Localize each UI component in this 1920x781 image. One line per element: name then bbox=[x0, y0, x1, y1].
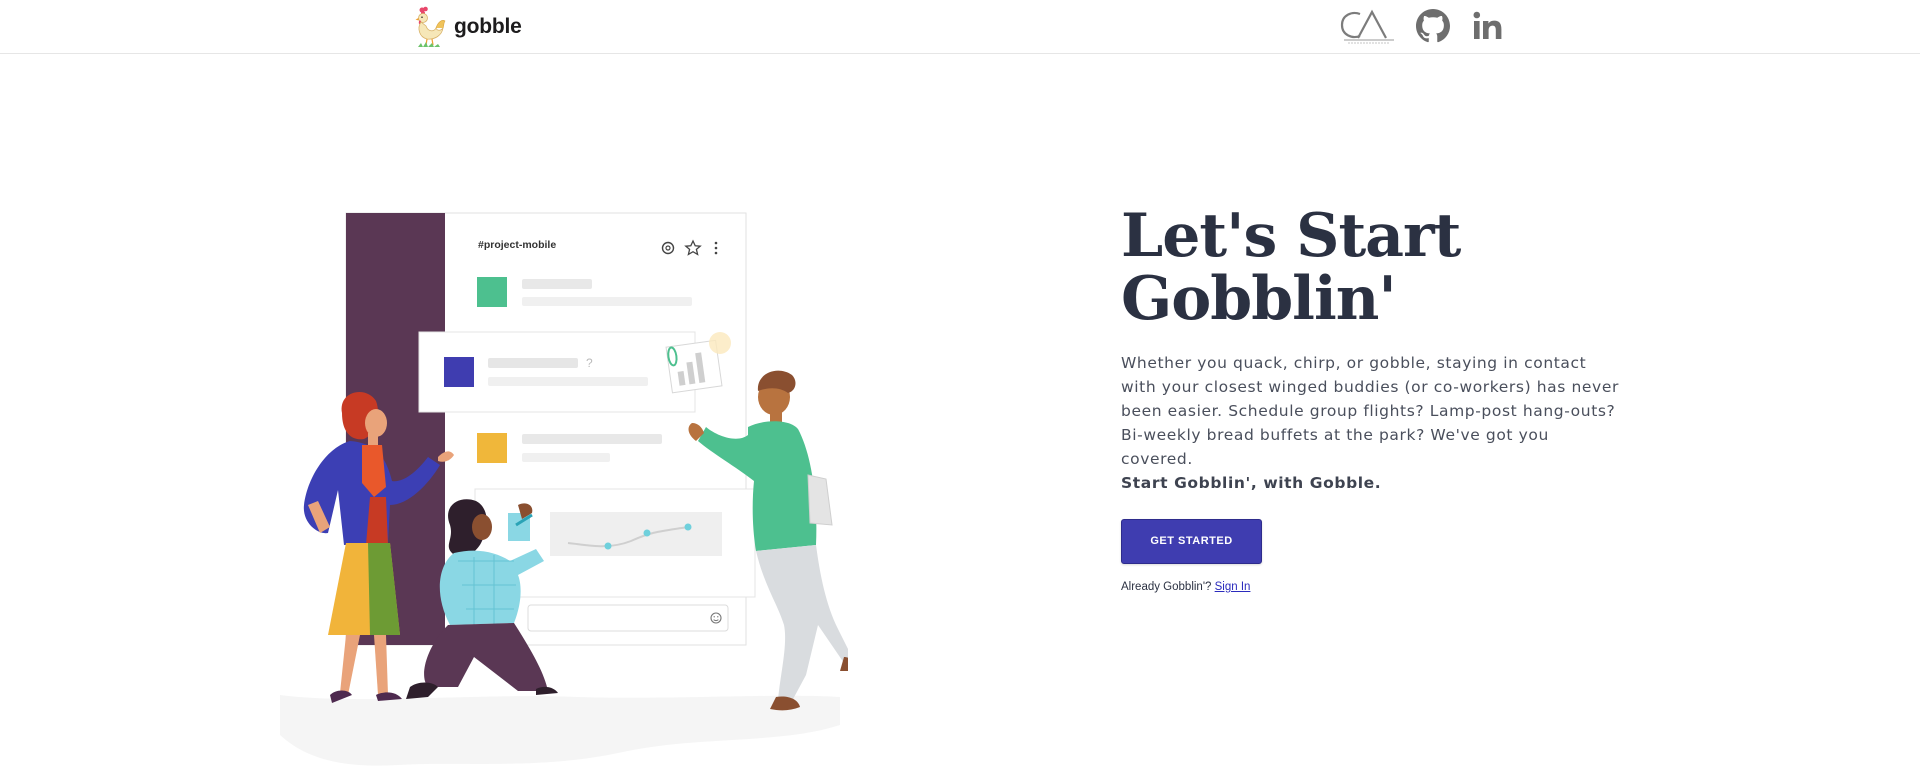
sign-in-link[interactable]: Sign In bbox=[1215, 581, 1251, 593]
linkedin-icon bbox=[1473, 11, 1502, 39]
hero-description: Whether you quack, chirp, or gobble, sta… bbox=[1121, 351, 1626, 495]
top-navbar: gobble bbox=[0, 0, 1920, 54]
hero-illustration: #project-mobile ? bbox=[278, 205, 854, 775]
question-mark: ? bbox=[586, 356, 593, 370]
team-collaboration-illustration: #project-mobile ? bbox=[280, 212, 854, 766]
get-started-button[interactable]: Get Started bbox=[1121, 519, 1262, 564]
hero-title-line2: Gobblin' bbox=[1121, 264, 1397, 334]
hero-tagline: Start Gobblin', with Gobble. bbox=[1121, 474, 1382, 492]
hero-body-text: Whether you quack, chirp, or gobble, sta… bbox=[1121, 354, 1619, 468]
signin-prompt-line: Already Gobblin'? Sign In bbox=[1121, 581, 1641, 593]
hero-title: Let's Start Gobblin' bbox=[1121, 205, 1641, 331]
github-icon bbox=[1416, 9, 1450, 43]
channel-name: #project-mobile bbox=[478, 239, 556, 251]
hero-section: Let's Start Gobblin' Whether you quack, … bbox=[1121, 205, 1641, 593]
portfolio-link[interactable] bbox=[1338, 6, 1396, 46]
hero-title-line1: Let's Start bbox=[1121, 201, 1461, 271]
github-link[interactable] bbox=[1416, 9, 1450, 43]
linkedin-link[interactable] bbox=[1472, 10, 1504, 42]
portfolio-ca-logo-icon bbox=[1340, 9, 1394, 44]
more-vertical-icon bbox=[714, 241, 718, 255]
brand-home-link[interactable]: gobble bbox=[412, 4, 522, 50]
social-links bbox=[1338, 6, 1504, 46]
chicken-logo-icon bbox=[415, 6, 446, 47]
signin-prompt: Already Gobblin'? bbox=[1121, 581, 1212, 593]
brand-name: gobble bbox=[454, 15, 522, 38]
